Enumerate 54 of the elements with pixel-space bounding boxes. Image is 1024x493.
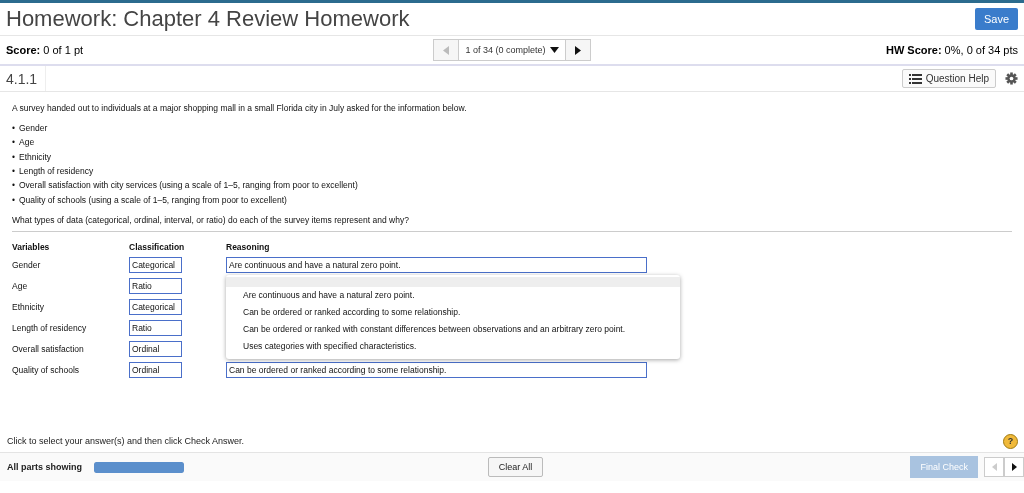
column-header: Classification: [129, 240, 186, 252]
dropdown-option[interactable]: Uses categories with specified characteristics.: [226, 337, 680, 355]
instruction-text: Click to select your answer(s) and then click Check Answer.: [7, 436, 245, 446]
variable-label: Gender: [12, 259, 42, 270]
bullet-icon: •: [12, 180, 15, 191]
variable-label: Age: [12, 280, 29, 291]
right-arrow-icon: [1011, 463, 1017, 471]
list-icon: [908, 73, 922, 84]
classification-field[interactable]: Ordinal: [129, 340, 182, 357]
survey-item: Overall satisfaction with city services (using a scale of 1–5, ranging from poor to excellent): [19, 180, 358, 191]
bullet-icon: •: [12, 166, 15, 177]
classification-field[interactable]: Categorical: [129, 298, 182, 315]
classification-field[interactable]: Ratio: [129, 319, 182, 336]
settings-icon[interactable]: [1005, 72, 1018, 85]
classification-field[interactable]: Ratio: [129, 277, 182, 294]
bullet-icon: •: [12, 123, 15, 134]
reasoning-field[interactable]: Can be ordered or ranked according to some relationship.: [226, 361, 647, 378]
dropdown-option[interactable]: Can be ordered or ranked with constant differences between observations and an arbitrary zero point.: [226, 320, 680, 338]
left-arrow-icon: [991, 463, 997, 471]
survey-item: Age: [19, 137, 35, 148]
caret-icon: [549, 47, 559, 53]
dropdown-option[interactable]: Can be ordered or ranked according to some relationship.: [226, 303, 680, 321]
survey-item: Length of residency: [19, 166, 94, 177]
save-button[interactable]: Save: [974, 8, 1018, 30]
bullet-icon: •: [12, 194, 15, 205]
classification-field[interactable]: Categorical: [129, 256, 182, 273]
bullet-icon: •: [12, 151, 15, 162]
next-part-button[interactable]: [1004, 457, 1024, 477]
variable-label: Ethnicity: [12, 301, 46, 312]
score-text: Score: 0 of 1 pt: [6, 44, 85, 56]
classification-field[interactable]: Ordinal: [129, 361, 182, 378]
question-intro: A survey handed out to individuals at a major shopping mall in a small Florida city in July asked for the information below.: [12, 103, 468, 113]
survey-item: Ethnicity: [19, 151, 52, 162]
bullet-icon: •: [12, 137, 15, 148]
survey-item: Gender: [19, 123, 48, 134]
parts-label: All parts showing: [7, 462, 82, 472]
left-arrow-icon: [443, 45, 450, 55]
page-title: Homework: Chapter 4 Review Homework: [6, 6, 410, 32]
column-header: Reasoning: [226, 240, 271, 252]
hw-score-text: HW Score: 0%, 0 of 34 pts: [885, 44, 1018, 56]
question-selector[interactable]: 1 of 34 (0 complete): [458, 40, 566, 60]
survey-item: Quality of schools (using a scale of 1–5, ranging from poor to excellent): [19, 194, 287, 205]
right-arrow-icon: [574, 45, 581, 55]
question-prompt: What types of data (categorical, ordinal, interval, or ratio) do each of the survey items represent and why?: [12, 214, 1012, 232]
column-header: Variables: [12, 240, 51, 252]
reasoning-field[interactable]: Are continuous and have a natural zero point.: [226, 256, 647, 273]
variable-label: Quality of schools: [12, 364, 81, 375]
question-number: 4.1.1: [6, 66, 47, 91]
dropdown-option[interactable]: Are continuous and have a natural zero point.: [226, 286, 680, 304]
variable-label: Length of residency: [12, 322, 88, 333]
clear-all-button[interactable]: Clear All: [487, 457, 544, 477]
variable-label: Overall satisfaction: [12, 343, 85, 354]
question-help-button[interactable]: Question Help: [901, 69, 996, 88]
help-icon[interactable]: ?: [1003, 433, 1018, 449]
